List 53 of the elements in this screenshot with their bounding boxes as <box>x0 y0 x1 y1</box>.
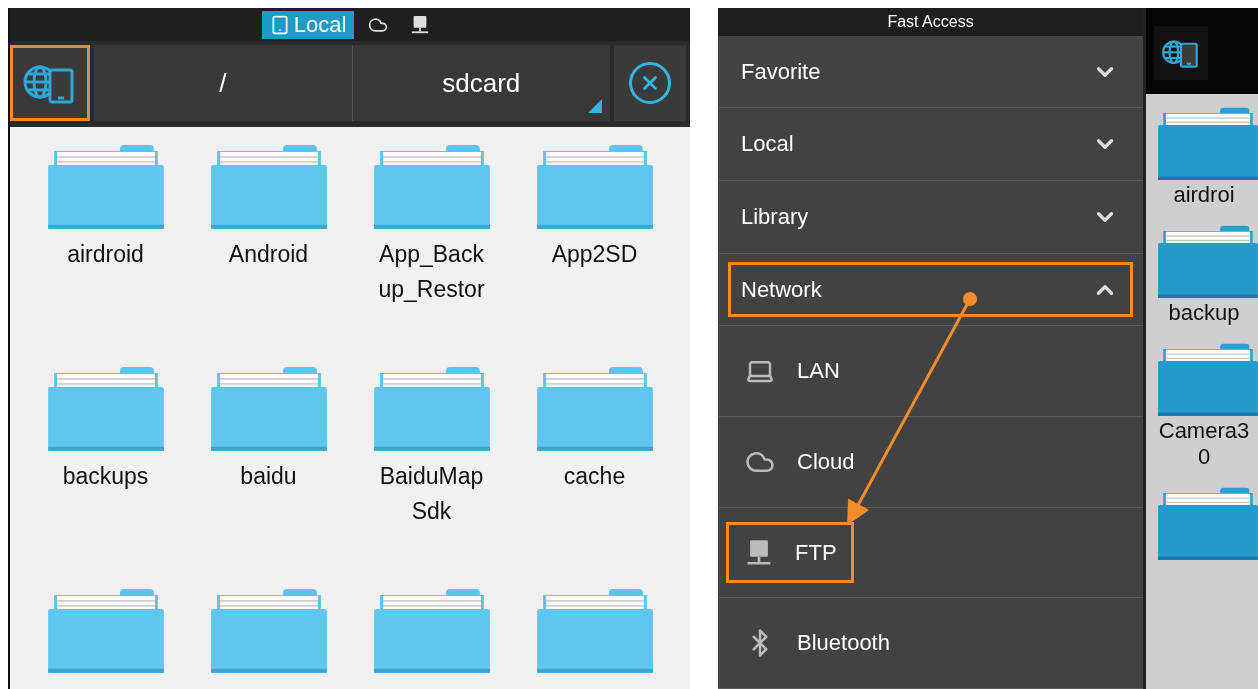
drawer-section[interactable]: Favorite <box>728 43 1133 100</box>
folder-icon <box>47 587 164 673</box>
folder-icon <box>373 143 490 229</box>
drawer-item[interactable]: Bluetooth <box>726 612 907 674</box>
folder-icon <box>47 143 164 229</box>
folder-icon <box>47 365 164 451</box>
section-label: Network <box>741 276 822 303</box>
location-button[interactable] <box>1154 26 1208 80</box>
drawer-title: Fast Access <box>718 8 1143 36</box>
drawer-section[interactable]: Library <box>728 189 1133 245</box>
section-label: Local <box>741 131 794 158</box>
close-button[interactable] <box>614 45 686 121</box>
drawer-item[interactable]: FTP <box>726 521 854 584</box>
folder-name[interactable]: Camera30 <box>1158 418 1250 470</box>
corner-triangle-icon <box>588 99 602 113</box>
location-button[interactable] <box>10 45 90 121</box>
globe-device-icon <box>1161 38 1201 68</box>
folder-icon <box>536 143 653 229</box>
folder-name[interactable]: backup <box>1158 300 1250 326</box>
folder-name[interactable]: baidu <box>212 458 325 494</box>
item-label: LAN <box>797 358 840 385</box>
item-label: Cloud <box>797 448 855 475</box>
folder-name[interactable]: backups <box>49 458 162 494</box>
folder-icon <box>373 587 490 673</box>
folder-icon <box>1158 342 1258 416</box>
breadcrumb-item[interactable]: sdcard <box>352 45 610 121</box>
breadcrumb-item[interactable]: / <box>94 45 353 121</box>
item-label: Bluetooth <box>797 630 890 657</box>
section-label: Favorite <box>741 58 821 85</box>
folder-icon <box>210 143 327 229</box>
folder-name[interactable]: Android <box>212 236 325 272</box>
network-server-icon <box>410 14 431 35</box>
folder-name[interactable]: BaiduMapSdk <box>375 458 488 529</box>
drawer-section[interactable]: Network <box>728 261 1133 318</box>
folder-name[interactable]: cache <box>538 458 651 494</box>
folder-icon <box>1158 106 1258 180</box>
network-server-icon <box>745 538 773 567</box>
drawer-item[interactable]: LAN <box>726 340 857 403</box>
folder-name[interactable]: airdroi <box>1158 182 1250 208</box>
folder-icon <box>1158 486 1258 560</box>
folder-icon <box>373 365 490 451</box>
folder-name[interactable]: App2SD <box>538 236 651 272</box>
drawer-section[interactable]: Local <box>728 116 1133 173</box>
folder-icon <box>210 365 327 451</box>
section-label: Library <box>741 203 809 230</box>
folder-icon <box>1158 224 1258 298</box>
folder-icon <box>536 365 653 451</box>
drawer-item[interactable]: Cloud <box>726 431 872 493</box>
folder-icon <box>536 587 653 673</box>
folder-name[interactable]: App_Backup_Restor <box>375 236 488 307</box>
item-label: FTP <box>795 539 837 566</box>
folder-name[interactable]: airdroid <box>49 236 162 272</box>
folder-icon <box>210 587 327 673</box>
